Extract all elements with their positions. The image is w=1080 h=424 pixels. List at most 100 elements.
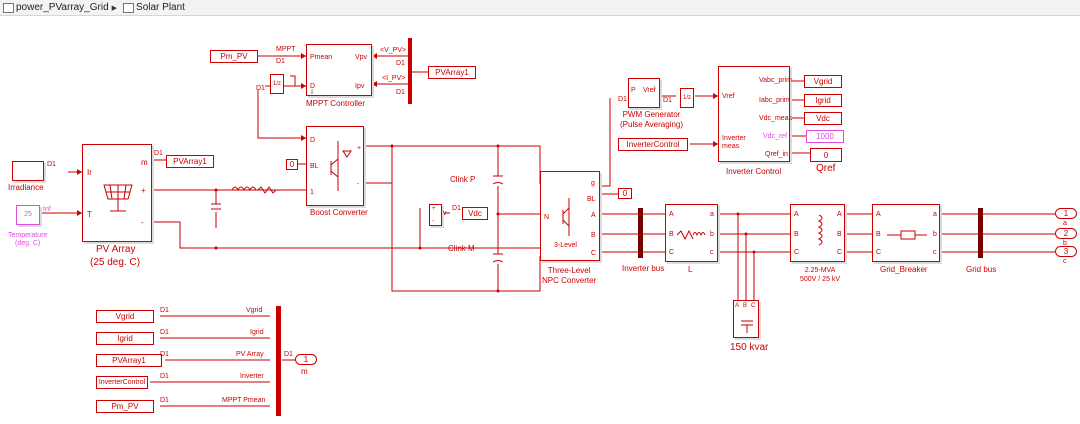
cap-c-port: C [751,303,756,309]
pv-array-label: PV Array [96,244,136,255]
pv-array-block[interactable]: Ir T m + - [82,144,152,242]
igbt-icon [330,141,352,191]
bus-pvarray-from[interactable]: PVArray1 [96,354,162,367]
bus-outport-1[interactable]: 1 [295,354,317,365]
pv-d1: D1 [154,150,163,157]
outport-3[interactable]: 3 [1055,246,1077,257]
bus-invctrl-from[interactable]: InverterControl [96,376,148,389]
transformer-coil-icon [817,214,823,246]
qref-label: Qref [816,163,836,174]
link-icon: ⇓ [309,89,315,96]
pm-pv-goto[interactable]: Pm_PV [210,50,258,63]
l-b-port: B [669,231,674,238]
outport-2-label: b [1063,240,1067,247]
pv-m-port: m [141,158,148,167]
bus-igrid-from[interactable]: Igrid [96,332,154,345]
inverter-bus-label: Inverter bus [622,264,665,273]
model-canvas[interactable]: Pm_PV MPPT D1 D1 1/z Pmean D Vpv Ipv ⇓ M… [0,16,1080,424]
pwm-generator-block[interactable]: P Vref [628,78,660,108]
vdc-ref-port: Vdc_ref [763,133,788,140]
boost-d-port: D [310,137,316,144]
boost-1-port: 1 [310,189,314,196]
mppt-d1-b: D1 [256,85,265,92]
pwm-p-port: P [631,87,636,94]
irradiance-d1: D1 [47,161,56,168]
clink-p-label: Clink P [450,175,476,184]
pv-minus-port: - [141,218,144,227]
breaker-label: Grid_Breaker [880,265,928,274]
meas-minus-port: - [432,218,434,224]
vgrid-goto[interactable]: Vgrid [804,75,842,88]
inv-vref-port: Vref [722,93,735,100]
bus-d1-3: D1 [160,373,169,380]
bus-vgrid-from[interactable]: Vgrid [96,310,154,323]
iabc-prim-port: Iabc_prim [759,97,790,104]
transformer-block[interactable]: A B C A B C [790,204,845,262]
npc-inner-label: 3-Level [554,242,577,249]
temperature-label: Temperature (deg. C) [8,232,48,248]
pv-ir-port: Ir [87,168,92,177]
inv-meas-port: meas [722,143,740,150]
npc-c-port: C [591,250,597,257]
mppt-d1: D1 [276,58,285,65]
bus-sig-0: Vgrid [246,307,263,314]
model-icon [3,2,14,13]
qref-constant[interactable]: 0 [810,148,842,162]
grid-breaker-block[interactable]: A B C a b c [872,204,940,262]
brk-c-port: C [876,249,882,256]
npc-converter-block[interactable]: g BL N A B C 3-Level [540,171,600,261]
outport-1-label: a [1063,220,1067,227]
l-filter-block[interactable]: A B C a b c [665,204,718,262]
breadcrumb-model[interactable]: power_PVarray_Grid [16,2,109,13]
boost-converter-block[interactable]: D BL 1 + - [306,126,364,206]
outport-1[interactable]: 1 [1055,208,1077,219]
bus-out-m-label: m [301,367,308,376]
vdc-goto[interactable]: Vdc [804,112,842,125]
pv-plus-port: + [141,186,146,195]
npc-label: Three-Level NPC Converter [542,266,597,285]
capacitor-bank-block[interactable]: A B C [733,300,759,338]
mppt-signal: MPPT [276,46,296,53]
xf-a-port: A [794,211,799,218]
mppt-controller-block[interactable]: Pmean D Vpv Ipv ⇓ [306,44,372,96]
outport-2[interactable]: 2 [1055,228,1077,239]
inverter-control-block[interactable]: Vabc_prim Iabc_prim Vdc_meas Vdc_ref Qre… [718,66,793,162]
brk-c-out-port: c [933,249,937,256]
breaker-icon [887,230,927,240]
pwm-d1: D1 [618,96,627,103]
pv-t-port: T [87,210,92,219]
bus-sig-2: PV Array [236,351,264,358]
brk-b-port: B [876,231,881,238]
breadcrumb: power_PVarray_Grid ▶ Solar Plant [0,0,1080,16]
outport-3-label: c [1063,258,1067,265]
pwm-delay-block[interactable]: 1/z [680,88,694,108]
vdc-meas-port: Vdc_meas [759,115,793,122]
igrid-goto[interactable]: Igrid [804,94,842,107]
sample-hold-block[interactable]: 1/z [270,74,284,94]
vdcref-constant[interactable]: 1000 [806,130,844,143]
boost-zero-constant[interactable]: 0 [286,159,298,170]
mppt-d1-d: D1 [396,89,405,96]
temperature-block[interactable]: 25 [16,205,40,225]
meas-plus-port: + [432,206,436,212]
brk-a-port: A [876,211,881,218]
cap-a-port: A [735,303,740,309]
npc-zero-constant[interactable]: 0 [618,188,632,199]
inverter-control-from[interactable]: InverterControl [618,138,688,151]
npc-igbt-icon [562,198,570,236]
bus-sig-4: MPPT Pmean [222,397,266,404]
subsystem-icon [123,2,135,13]
vdc-measurement-block[interactable]: + - [429,204,442,226]
irradiance-block[interactable] [12,161,44,181]
brk-b-out-port: b [933,231,937,238]
bus-pmpv-from[interactable]: Pm_PV [96,400,154,413]
meas-v-port: v [443,210,447,217]
vdc-goto-center[interactable]: Vdc [462,207,488,220]
mppt-d1-c: D1 [396,60,405,67]
pvarray1-from[interactable]: PVArray1 [428,66,476,79]
breadcrumb-subsystem[interactable]: Solar Plant [136,2,185,13]
inverter-control-label: Inverter Control [726,167,782,176]
boost-plus-port: + [357,145,362,152]
pvarray1-goto[interactable]: PVArray1 [166,155,214,168]
temperature-value: 25 [24,211,32,218]
